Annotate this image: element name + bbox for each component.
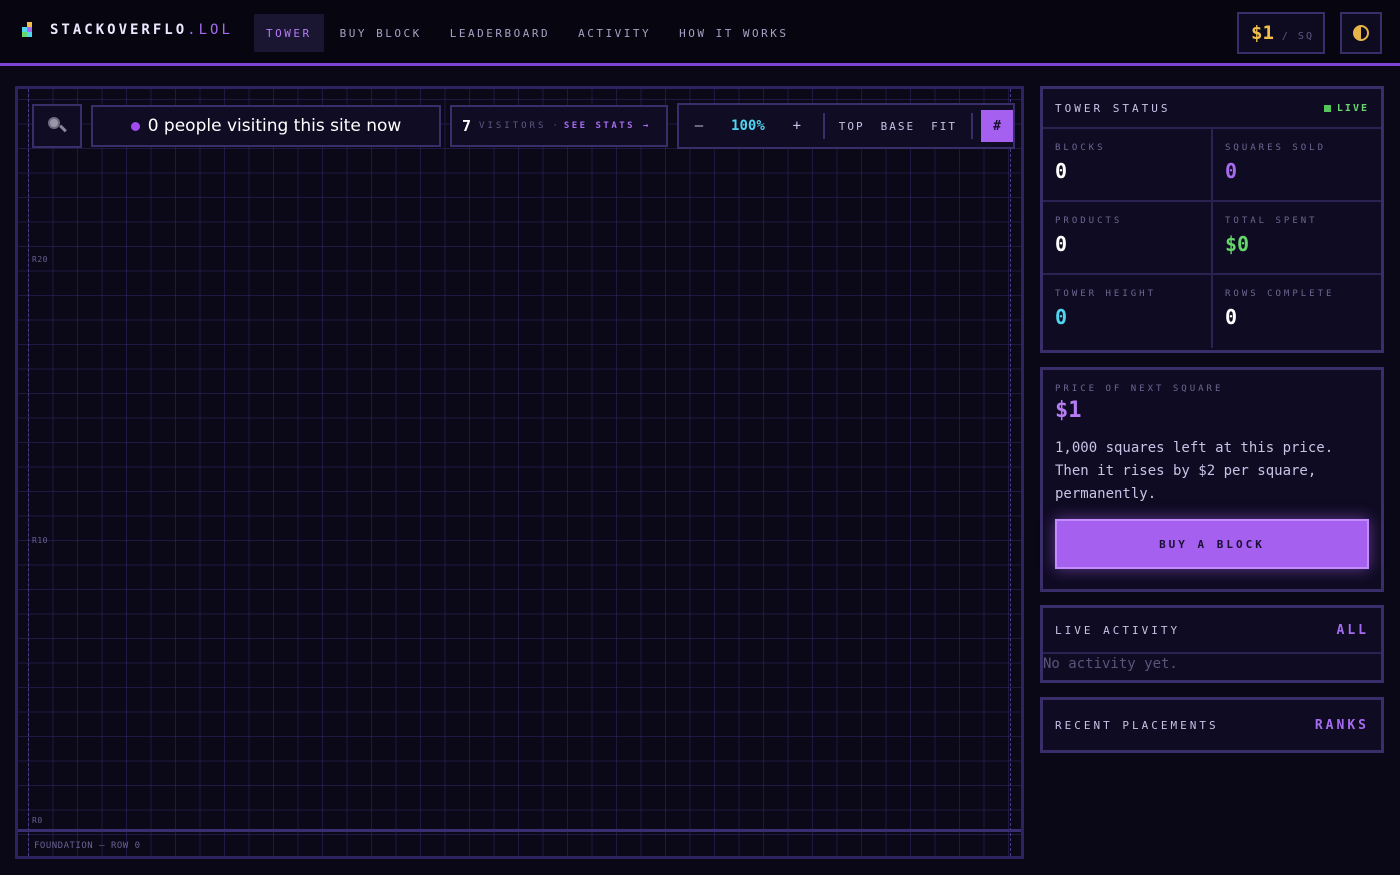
nav-how-it-works[interactable]: HOW IT WORKS: [667, 14, 800, 52]
stat-squares-sold: SQUARES SOLD 0: [1213, 129, 1381, 202]
stat-total-spent: TOTAL SPENT $0: [1213, 202, 1381, 275]
tower-status-header: TOWER STATUS LIVE: [1043, 89, 1381, 129]
next-price-description: 1,000 squares left at this price. Then i…: [1055, 440, 1334, 502]
live-square-icon: [1323, 104, 1331, 112]
stats-grid: BLOCKS 0 SQUARES SOLD 0 PRODUCTS 0 TOTAL…: [1043, 129, 1381, 348]
jump-base-button[interactable]: BASE: [873, 120, 924, 133]
nav-tower[interactable]: TOWER: [254, 14, 324, 52]
price-chip[interactable]: $1 / SQ: [1237, 12, 1325, 54]
foundation-label: FOUNDATION — ROW 0: [34, 841, 141, 851]
live-activity-header: LIVE ACTIVITY ALL: [1043, 608, 1381, 654]
tower-status-panel: TOWER STATUS LIVE BLOCKS 0 SQUARES SOLD …: [1040, 86, 1384, 353]
visitors-separator: ·: [552, 121, 558, 131]
recent-placements-title: RECENT PLACEMENTS: [1055, 718, 1219, 732]
fit-button[interactable]: FIT: [923, 120, 965, 133]
foundation-line: [18, 829, 1021, 832]
half-circle-icon: [1353, 25, 1369, 41]
row-label-r10: R10: [32, 536, 48, 545]
stat-rows-complete: ROWS COMPLETE 0: [1225, 289, 1335, 329]
see-stats-link[interactable]: SEE STATS →: [564, 121, 651, 131]
zoom-in-button[interactable]: +: [777, 118, 817, 134]
tower-boundary-right: [1010, 89, 1011, 856]
jump-top-button[interactable]: TOP: [831, 120, 873, 133]
ranks-link[interactable]: RANKS: [1315, 718, 1369, 733]
grid-toggle-button[interactable]: #: [981, 110, 1013, 142]
logo-icon: [22, 22, 36, 38]
logo-text: STACKOVERFLO.LOL: [50, 22, 233, 38]
activity-all-link[interactable]: ALL: [1337, 623, 1369, 638]
stat-blocks: BLOCKS 0: [1043, 129, 1213, 202]
tower-boundary-left: [28, 89, 29, 856]
magnifier-icon: [48, 117, 67, 135]
nav-activity[interactable]: ACTIVITY: [566, 14, 663, 52]
zoom-controls: – 100% + TOP BASE FIT #: [677, 103, 1015, 149]
next-price-value: $1: [1055, 398, 1082, 423]
recent-placements-panel: RECENT PLACEMENTS RANKS: [1040, 697, 1384, 753]
live-dot-icon: [130, 121, 140, 131]
visitors-counter: 7 VISITORS · SEE STATS →: [450, 105, 668, 147]
buy-a-block-button[interactable]: BUY A BLOCK: [1055, 519, 1369, 569]
stat-tower-height: TOWER HEIGHT 0: [1043, 275, 1213, 348]
zoom-level: 100%: [731, 118, 765, 134]
logo[interactable]: STACKOVERFLO.LOL: [22, 22, 233, 38]
visitors-now-banner: 0 people visiting this site now: [91, 105, 441, 147]
live-badge: LIVE: [1323, 103, 1369, 114]
price-unit: / SQ: [1281, 30, 1314, 42]
top-header: STACKOVERFLO.LOL TOWER BUY BLOCK LEADERB…: [0, 0, 1400, 66]
stat-products: PRODUCTS 0: [1043, 202, 1213, 275]
theme-toggle-button[interactable]: [1340, 12, 1382, 54]
row-label-r0: R0: [32, 816, 43, 825]
row-label-r20: R20: [32, 255, 48, 264]
zoom-divider-2: [971, 113, 974, 139]
activity-empty-text: No activity yet.: [1043, 656, 1178, 672]
tower-status-title: TOWER STATUS: [1055, 101, 1171, 115]
main-nav: TOWER BUY BLOCK LEADERBOARD ACTIVITY HOW…: [254, 14, 805, 52]
tower-canvas[interactable]: R20 R10 R0 FOUNDATION — ROW 0 0 people v…: [15, 86, 1024, 859]
visitors-label: VISITORS: [479, 121, 547, 131]
next-price-panel: PRICE OF NEXT SQUARE $1 1,000 squares le…: [1040, 367, 1384, 592]
zoom-out-button[interactable]: –: [679, 118, 719, 134]
live-activity-panel: LIVE ACTIVITY ALL No activity yet.: [1040, 605, 1384, 683]
zoom-divider: [822, 113, 825, 139]
nav-buy-block[interactable]: BUY BLOCK: [328, 14, 434, 52]
next-price-label: PRICE OF NEXT SQUARE: [1055, 384, 1224, 394]
search-button[interactable]: [32, 104, 82, 148]
nav-leaderboard[interactable]: LEADERBOARD: [438, 14, 562, 52]
visitors-count: 7: [462, 117, 472, 135]
live-activity-title: LIVE ACTIVITY: [1055, 623, 1181, 637]
visiting-text: 0 people visiting this site now: [147, 116, 402, 136]
recent-placements-header: RECENT PLACEMENTS RANKS: [1043, 700, 1381, 750]
price-value: $1: [1251, 22, 1274, 44]
